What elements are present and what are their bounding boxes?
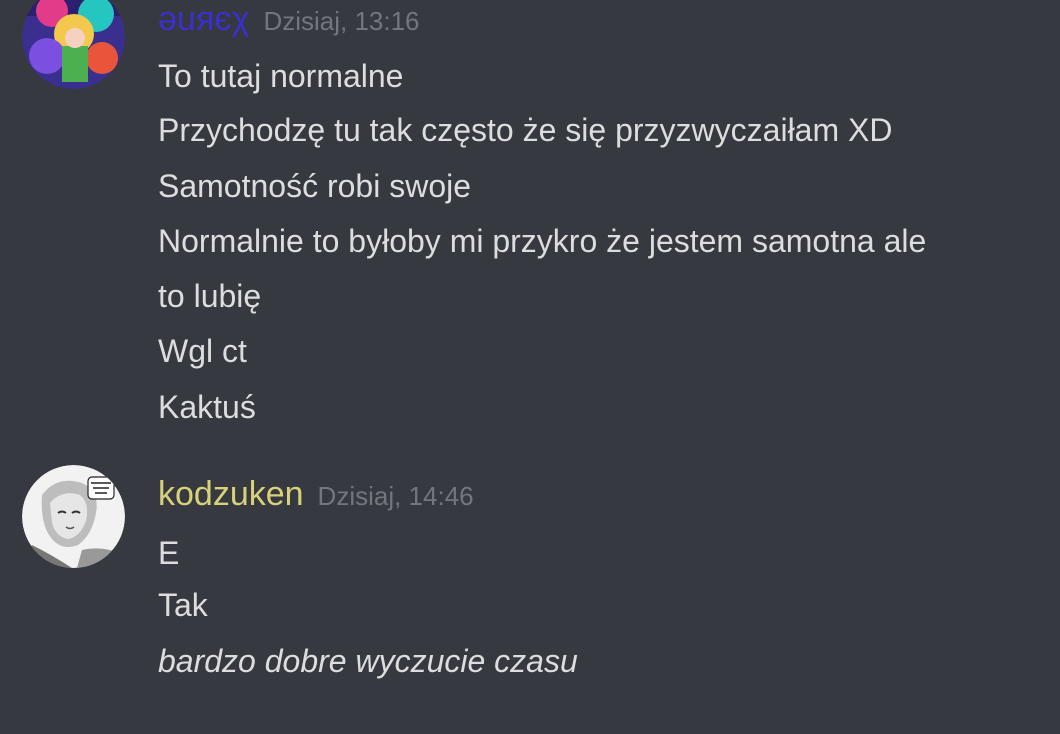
timestamp: Dzisiaj, 13:16	[263, 6, 420, 36]
message-text: bardzo dobre wyczucie czasu	[158, 643, 578, 679]
username[interactable]: kodzuken	[158, 475, 304, 513]
message-header: ǝuяєχ Dzisiaj, 13:16	[158, 0, 420, 39]
avatar-image-icon	[22, 465, 125, 568]
message-group: kodzuken Dzisiaj, 14:46 E Tak bardzo dobr…	[0, 462, 1060, 722]
message-text: Kaktuś	[158, 389, 256, 425]
message-text: Tak	[158, 587, 208, 623]
message-text: To tutaj normalne	[158, 58, 404, 94]
message-text: to lubię	[158, 278, 262, 314]
avatar-image-icon	[22, 0, 125, 89]
message-text: Normalnie to byłoby mi przykro że jestem…	[158, 223, 927, 259]
message-text: Wgl ct	[158, 333, 247, 369]
username[interactable]: ǝuяєχ	[158, 0, 249, 38]
avatar[interactable]	[22, 0, 125, 89]
chat-message-list: ǝuяєχ Dzisiaj, 13:16 To tutaj normalne Pr…	[0, 0, 1060, 734]
avatar[interactable]	[22, 465, 125, 568]
message-header: kodzuken Dzisiaj, 14:46	[158, 475, 474, 514]
message-text: Przychodzę tu tak często że się przyzwyc…	[158, 112, 893, 148]
message-group: ǝuяєχ Dzisiaj, 13:16 To tutaj normalne Pr…	[0, 0, 1060, 440]
timestamp: Dzisiaj, 14:46	[317, 481, 474, 511]
message-text: Samotność robi swoje	[158, 168, 472, 204]
message-text: E	[158, 535, 180, 571]
